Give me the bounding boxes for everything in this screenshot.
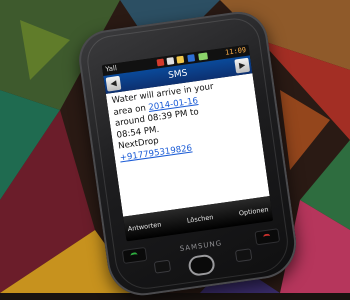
message-icon xyxy=(166,57,175,65)
right-hardware-key[interactable] xyxy=(234,248,253,263)
message-body: Water will arrive in your area on 2014-0… xyxy=(105,73,270,217)
chevron-left-icon: ◀ xyxy=(109,78,118,89)
options-softkey[interactable]: Optionen xyxy=(238,205,269,217)
chevron-right-icon: ▶ xyxy=(238,60,246,70)
previous-message-button[interactable]: ◀ xyxy=(105,75,122,92)
left-hardware-key[interactable] xyxy=(153,259,172,274)
battery-icon xyxy=(198,52,209,61)
next-message-button[interactable]: ▶ xyxy=(234,57,251,74)
delete-softkey[interactable]: Löschen xyxy=(186,213,214,225)
mobile-phone: Yall 11:09 ◀ SMS ▶ Water will arrive in … xyxy=(75,8,301,300)
sound-icon xyxy=(176,55,185,64)
reply-softkey[interactable]: Antworten xyxy=(127,220,162,233)
alert-icon xyxy=(156,58,165,67)
phone-screen: Yall 11:09 ◀ SMS ▶ Water will arrive in … xyxy=(101,44,274,242)
sms-title: SMS xyxy=(167,68,189,81)
network-icon xyxy=(187,54,196,63)
